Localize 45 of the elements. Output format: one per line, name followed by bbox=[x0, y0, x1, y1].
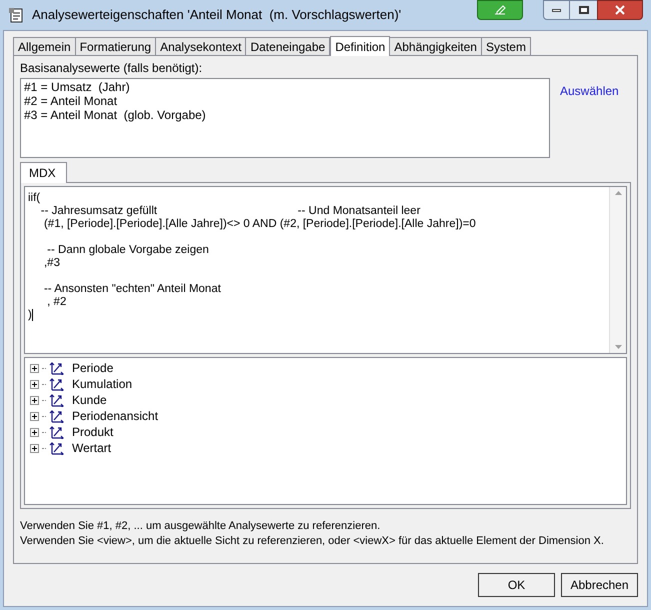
dimension-tree[interactable]: Periode Kumulation Kunde Periodenansicht Produkt Wertart bbox=[24, 357, 627, 505]
dialog-button[interactable]: OK bbox=[478, 573, 555, 597]
expand-icon[interactable] bbox=[30, 380, 39, 388]
field-label: Basisanalysewerte (falls benötigt): bbox=[20, 60, 204, 77]
close-button[interactable] bbox=[597, 0, 643, 20]
tree-item[interactable]: Periodenansicht bbox=[72, 407, 158, 425]
tab[interactable]: Abhängigkeiten bbox=[390, 37, 482, 55]
base-values-list[interactable]: #1 = Umsatz (Jahr) #2 = Anteil Monat #3 = Anteil Monat (glob. Vorgabe) bbox=[20, 78, 550, 158]
axes-icon bbox=[49, 425, 65, 439]
tab[interactable]: Definition bbox=[330, 36, 390, 56]
pen-icon bbox=[493, 5, 507, 15]
expand-icon[interactable] bbox=[30, 396, 39, 404]
tree-item[interactable]: Wertart bbox=[72, 439, 112, 457]
axes-icon bbox=[49, 409, 65, 423]
list-item[interactable]: #3 = Anteil Monat (glob. Vorgabe) bbox=[24, 108, 546, 122]
close-icon bbox=[615, 5, 625, 15]
axes-icon bbox=[49, 377, 65, 391]
dialog-button[interactable]: Abbrechen bbox=[561, 573, 638, 597]
maximize-button[interactable] bbox=[570, 0, 597, 20]
expand-icon[interactable] bbox=[30, 412, 39, 420]
tree-item[interactable]: Kunde bbox=[72, 391, 107, 409]
tab[interactable]: Dateneingabe bbox=[246, 37, 330, 55]
tree-item[interactable]: Periode bbox=[72, 359, 114, 377]
list-item[interactable]: #1 = Umsatz (Jahr) bbox=[24, 80, 546, 94]
hint-text: Verwenden Sie #1, #2, ... um ausgewählte Analysewerte zu referenzieren. bbox=[20, 519, 382, 534]
hint-text: Verwenden Sie <view>, um die aktuelle Sicht zu referenzieren, oder <viewX> für das aktuelle Element der Dimension X. bbox=[20, 534, 605, 549]
tab[interactable]: Analysekontext bbox=[156, 37, 246, 55]
tree-item[interactable]: Produkt bbox=[72, 423, 114, 441]
minimize-button[interactable] bbox=[543, 0, 570, 20]
pen-button[interactable] bbox=[477, 0, 523, 20]
axes-icon bbox=[49, 393, 65, 407]
expand-icon[interactable] bbox=[30, 428, 39, 436]
tab[interactable]: Formatierung bbox=[76, 37, 156, 55]
expand-icon[interactable] bbox=[30, 444, 39, 452]
tab[interactable]: MDX bbox=[20, 162, 67, 183]
expand-icon[interactable] bbox=[30, 364, 39, 372]
select-link[interactable]: Auswählen bbox=[560, 82, 619, 158]
axes-icon bbox=[49, 441, 65, 455]
tab[interactable]: System bbox=[482, 37, 531, 55]
tab[interactable]: Allgemein bbox=[13, 37, 76, 55]
window-title: Analysewerteigenschaften 'Anteil Monat (m. Vorschlagswerten)' bbox=[32, 6, 402, 24]
properties-icon bbox=[8, 7, 24, 23]
tree-item[interactable]: Kumulation bbox=[72, 375, 132, 393]
axes-icon bbox=[49, 361, 65, 375]
list-item[interactable]: #2 = Anteil Monat bbox=[24, 94, 546, 108]
